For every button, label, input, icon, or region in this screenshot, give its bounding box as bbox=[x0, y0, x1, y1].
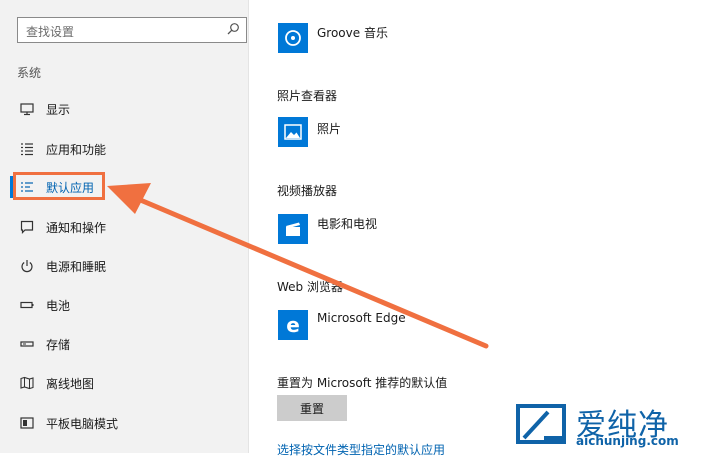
sidebar-item-label: 存储 bbox=[46, 337, 71, 352]
sidebar-item-tablet-mode[interactable]: 平板电脑模式 bbox=[10, 410, 118, 436]
groove-music-label[interactable]: Groove 音乐 bbox=[317, 24, 388, 41]
storage-icon bbox=[19, 336, 35, 352]
watermark: 爱纯净 aichunjing.com bbox=[514, 400, 704, 452]
movies-tv-icon bbox=[286, 222, 300, 236]
web-browser-heading: Web 浏览器 bbox=[277, 280, 343, 294]
edge-label[interactable]: Microsoft Edge bbox=[317, 311, 406, 325]
sidebar-item-battery[interactable]: 电池 bbox=[10, 292, 70, 318]
list-icon bbox=[19, 141, 35, 157]
sidebar-item-label: 显示 bbox=[46, 102, 71, 117]
photos-icon bbox=[284, 124, 302, 140]
movies-tv-tile[interactable] bbox=[278, 214, 308, 244]
sidebar-item-apps-features[interactable]: 应用和功能 bbox=[10, 136, 106, 162]
reset-button[interactable]: 重置 bbox=[277, 395, 347, 421]
power-icon bbox=[19, 258, 35, 274]
watermark-logo-icon bbox=[516, 404, 566, 444]
section-label-system: 系统 bbox=[17, 66, 42, 80]
photos-label[interactable]: 照片 bbox=[317, 120, 341, 137]
sidebar-item-label: 电池 bbox=[46, 298, 71, 313]
sidebar-item-label: 离线地图 bbox=[46, 376, 95, 391]
sidebar-item-display[interactable]: 显示 bbox=[10, 96, 70, 122]
main-content: Groove 音乐 照片查看器 照片 视频播放器 电影和电视 Web 浏览器 e… bbox=[249, 0, 705, 457]
map-icon bbox=[19, 375, 35, 391]
battery-icon bbox=[19, 297, 35, 313]
highlight-box bbox=[13, 172, 105, 200]
search-placeholder: 查找设置 bbox=[26, 25, 75, 39]
tablet-icon bbox=[19, 415, 35, 431]
movies-tv-label[interactable]: 电影和电视 bbox=[317, 215, 377, 232]
search-icon bbox=[227, 23, 239, 35]
photo-viewer-heading: 照片查看器 bbox=[277, 89, 338, 103]
video-player-heading: 视频播放器 bbox=[277, 184, 338, 198]
edge-icon: e bbox=[286, 313, 300, 337]
watermark-url: aichunjing.com bbox=[576, 434, 679, 448]
edge-tile[interactable]: e bbox=[278, 310, 308, 340]
monitor-icon bbox=[19, 101, 35, 117]
sidebar-item-offline-maps[interactable]: 离线地图 bbox=[10, 370, 94, 396]
notification-icon bbox=[19, 219, 35, 235]
photos-tile[interactable] bbox=[278, 117, 308, 147]
sidebar-item-notifications[interactable]: 通知和操作 bbox=[10, 214, 106, 240]
file-type-defaults-link[interactable]: 选择按文件类型指定的默认应用 bbox=[277, 441, 445, 458]
search-input[interactable]: 查找设置 bbox=[17, 17, 247, 43]
settings-sidebar: 查找设置 系统 显示 应用和功能 默认应用 通知和操作 电源和睡眠 电池 存储 … bbox=[0, 0, 249, 453]
reset-heading: 重置为 Microsoft 推荐的默认值 bbox=[277, 376, 448, 390]
groove-music-tile[interactable] bbox=[278, 23, 308, 53]
sidebar-item-label: 电源和睡眠 bbox=[46, 259, 107, 274]
groove-icon bbox=[285, 30, 301, 46]
sidebar-item-power-sleep[interactable]: 电源和睡眠 bbox=[10, 253, 106, 279]
sidebar-item-label: 应用和功能 bbox=[46, 142, 107, 157]
sidebar-item-label: 平板电脑模式 bbox=[46, 416, 119, 431]
sidebar-item-label: 通知和操作 bbox=[46, 220, 107, 235]
sidebar-item-storage[interactable]: 存储 bbox=[10, 331, 70, 357]
